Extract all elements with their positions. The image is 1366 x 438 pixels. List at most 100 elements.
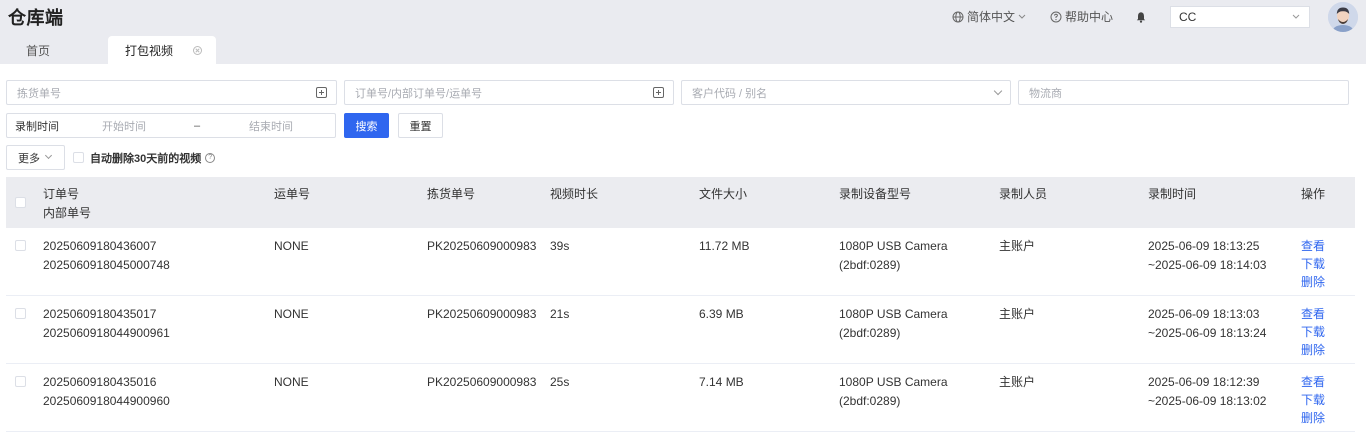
delete-button[interactable]: 删除: [1301, 341, 1325, 359]
filter-row-1: 拣货单号 订单号/内部订单号/运单号 客户代码 / 别名 物流商: [6, 80, 1360, 105]
view-button[interactable]: 查看: [1301, 305, 1325, 323]
delete-button[interactable]: 删除: [1301, 273, 1325, 291]
question-circle-icon: [1050, 11, 1062, 22]
file-size: 7.14 MB: [699, 375, 744, 389]
chevron-down-icon: [993, 86, 1003, 95]
download-button[interactable]: 下载: [1301, 255, 1325, 273]
row-checkbox[interactable]: [15, 308, 26, 319]
close-icon[interactable]: [193, 45, 202, 55]
col-duration: 视频时长: [550, 187, 599, 201]
batch-input-icon[interactable]: [653, 87, 664, 98]
order-no-input[interactable]: 订单号/内部订单号/运单号: [344, 80, 674, 105]
notification-button[interactable]: [1135, 11, 1147, 23]
row-actions: 查看 下载 删除: [1301, 237, 1325, 291]
bell-icon: [1136, 11, 1146, 23]
recorder: 主账户: [999, 375, 1036, 389]
tracking-no: NONE: [274, 375, 309, 389]
download-button[interactable]: 下载: [1301, 323, 1325, 341]
table-row: 20250609180435017 2025060918044900961 NO…: [6, 296, 1355, 364]
duration: 21s: [550, 307, 570, 321]
range-separator: –: [194, 119, 201, 132]
delete-button[interactable]: 删除: [1301, 409, 1325, 427]
row-checkbox[interactable]: [15, 240, 26, 251]
checkbox[interactable]: [73, 152, 84, 163]
video-table: 订单号 内部单号 运单号 拣货单号 视频时长 文件大小 录制设备型号 录制人员 …: [6, 177, 1355, 432]
col-order-no: 订单号: [43, 187, 80, 201]
more-filters-button[interactable]: 更多: [6, 145, 65, 170]
tab-bar: 首页 打包视频: [0, 33, 1366, 64]
recorder: 主账户: [999, 307, 1036, 321]
device: 1080P USB Camera (2bdf:0289): [839, 307, 948, 340]
user-select[interactable]: CC: [1170, 5, 1310, 28]
view-button[interactable]: 查看: [1301, 373, 1325, 391]
reset-button[interactable]: 重置: [398, 113, 443, 138]
end-time-input[interactable]: 结束时间: [249, 118, 293, 134]
help-center-label: 帮助中心: [1064, 10, 1113, 24]
order-no: 20250609180435016: [43, 375, 157, 389]
row-checkbox[interactable]: [15, 376, 26, 387]
top-header: 仓库端 简体中文 帮助中心 CC: [0, 0, 1366, 33]
customer-select[interactable]: 客户代码 / 别名: [681, 80, 1011, 105]
record-time-start: 2025-06-09 18:12:39: [1148, 375, 1260, 389]
batch-input-icon[interactable]: [316, 87, 327, 98]
select-all-checkbox[interactable]: [15, 197, 26, 208]
record-time-start: 2025-06-09 18:13:03: [1148, 307, 1260, 321]
tab-packing-video[interactable]: 打包视频: [108, 36, 216, 64]
table-header: 订单号 内部单号 运单号 拣货单号 视频时长 文件大小 录制设备型号 录制人员 …: [6, 177, 1355, 228]
auto-delete-checkbox[interactable]: 自动删除30天前的视频 ?: [73, 150, 216, 166]
record-time: 2025-06-09 18:13:03 ~2025-06-09 18:13:24: [1148, 305, 1266, 343]
pick-no: PK20250609000983: [427, 239, 537, 253]
tab-home[interactable]: 首页: [8, 36, 108, 64]
app-title: 仓库端: [8, 7, 64, 28]
question-circle-icon[interactable]: ?: [205, 152, 216, 163]
search-button[interactable]: 搜索: [344, 113, 389, 138]
carrier-input[interactable]: 物流商: [1018, 80, 1349, 105]
user-select-value: CC: [1179, 9, 1197, 24]
record-time-end: ~2025-06-09 18:14:03: [1148, 258, 1267, 272]
col-pick-no: 拣货单号: [427, 187, 476, 201]
recorder: 主账户: [999, 239, 1036, 253]
col-order: 订单号 内部单号: [43, 185, 91, 223]
row-actions: 查看 下载 删除: [1301, 305, 1325, 359]
order-no: 20250609180436007: [43, 239, 157, 253]
order-no: 20250609180435017: [43, 307, 157, 321]
col-record-time: 录制时间: [1148, 187, 1197, 201]
download-button[interactable]: 下载: [1301, 391, 1325, 409]
view-button[interactable]: 查看: [1301, 237, 1325, 255]
user-avatar-icon: [1328, 1, 1358, 32]
start-time-input[interactable]: 开始时间: [102, 118, 194, 134]
customer-placeholder: 客户代码 / 别名: [692, 87, 768, 100]
device: 1080P USB Camera (2bdf:0289): [839, 375, 948, 408]
record-time-range[interactable]: 录制时间 开始时间 – 结束时间: [6, 113, 336, 138]
record-time: 2025-06-09 18:13:25 ~2025-06-09 18:14:03: [1148, 237, 1266, 275]
pick-no-placeholder: 拣货单号: [17, 87, 61, 100]
table-row: 20250609180436007 2025060918045000748 NO…: [6, 228, 1355, 296]
order-cell: 20250609180435017 2025060918044900961: [43, 305, 170, 343]
inner-no: 2025060918045000748: [43, 258, 170, 272]
order-cell: 20250609180435016 2025060918044900960: [43, 373, 170, 411]
col-file-size: 文件大小: [699, 187, 748, 201]
col-recorder: 录制人员: [999, 187, 1048, 201]
globe-icon: [952, 11, 964, 22]
col-actions: 操作: [1301, 187, 1326, 201]
record-time-end: ~2025-06-09 18:13:02: [1148, 394, 1267, 408]
col-inner-no: 内部单号: [43, 206, 92, 220]
language-label: 简体中文: [966, 10, 1015, 24]
inner-no: 2025060918044900961: [43, 326, 170, 340]
col-device: 录制设备型号: [839, 187, 912, 201]
order-no-placeholder: 订单号/内部订单号/运单号: [355, 87, 483, 100]
avatar[interactable]: [1328, 1, 1358, 32]
tab-label: 首页: [26, 43, 51, 58]
file-size: 11.72 MB: [699, 239, 750, 253]
pick-no: PK20250609000983: [427, 375, 537, 389]
table-row: 20250609180435016 2025060918044900960 NO…: [6, 364, 1355, 432]
chevron-down-icon: [1292, 14, 1300, 19]
more-label: 更多: [18, 152, 40, 165]
help-center-link[interactable]: 帮助中心: [1050, 8, 1113, 25]
record-time-end: ~2025-06-09 18:13:24: [1148, 326, 1267, 340]
record-time-start: 2025-06-09 18:13:25: [1148, 239, 1260, 253]
order-cell: 20250609180436007 2025060918045000748: [43, 237, 170, 275]
pick-no-input[interactable]: 拣货单号: [6, 80, 337, 105]
inner-no: 2025060918044900960: [43, 394, 170, 408]
language-switch[interactable]: 简体中文: [952, 8, 1030, 25]
